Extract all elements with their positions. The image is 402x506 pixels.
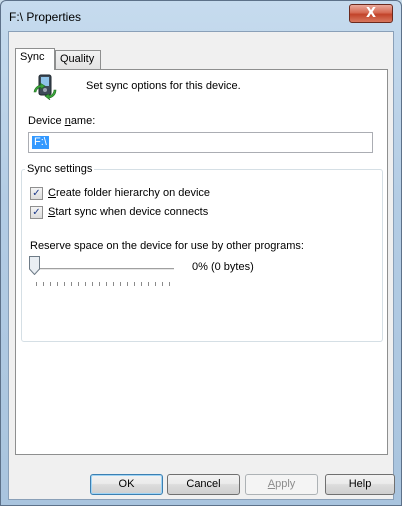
reserve-space-value: 0% (0 bytes) — [192, 261, 254, 273]
device-name-label: Device name: — [28, 115, 96, 127]
reserve-space-label: Reserve space on the device for use by o… — [30, 240, 304, 252]
start-sync-on-connect-label: Start sync when device connects — [48, 206, 209, 218]
help-button[interactable]: Help — [325, 474, 395, 495]
window-title: F:\ Properties — [9, 10, 82, 24]
device-name-input[interactable]: F:\ — [28, 132, 373, 153]
sync-settings-legend: Sync settings — [27, 163, 93, 175]
intro-text: Set sync options for this device. — [86, 80, 241, 92]
tab-quality[interactable]: Quality — [55, 50, 101, 69]
sync-tab-page: Set sync options for this device. Device… — [15, 69, 388, 455]
reserve-space-slider-track[interactable] — [34, 268, 174, 271]
sync-settings-group: Sync settings ✓ Create folder hierarchy … — [21, 163, 383, 342]
checkmark-icon: ✓ — [30, 206, 43, 219]
cancel-button[interactable]: Cancel — [167, 474, 240, 495]
ok-button[interactable]: OK — [90, 474, 163, 495]
properties-window: F:\ Properties X Sync Quality Set sync o… — [0, 0, 402, 506]
checkmark-icon: ✓ — [30, 187, 43, 200]
title-bar[interactable]: F:\ Properties X — [1, 1, 401, 31]
close-icon: X — [365, 6, 377, 21]
dialog-client-area: Sync Quality Set sync options for this d… — [8, 31, 395, 500]
reserve-space-slider-ticks — [36, 282, 176, 286]
apply-button[interactable]: Apply — [245, 474, 318, 495]
sync-device-icon — [33, 74, 57, 100]
create-folder-hierarchy-label: Create folder hierarchy on device — [48, 187, 211, 199]
reserve-space-slider-thumb[interactable] — [29, 256, 40, 275]
close-button[interactable]: X — [349, 4, 393, 23]
tab-sync[interactable]: Sync — [15, 48, 55, 70]
device-name-value: F:\ — [32, 136, 49, 149]
